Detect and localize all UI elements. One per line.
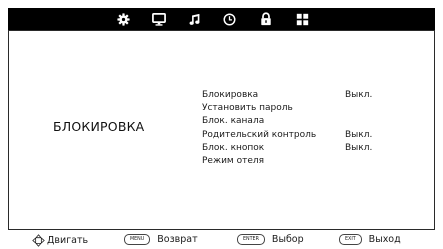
tab-settings[interactable] xyxy=(115,11,131,27)
hint-back-label: Возврат xyxy=(157,234,198,245)
menu-item-parental-control[interactable]: Родительский контроль Выкл. xyxy=(202,129,372,142)
tab-apps[interactable] xyxy=(294,11,310,27)
menu-item-key-lock[interactable]: Блок. кнопок Выкл. xyxy=(202,142,372,155)
hint-select: ENTER Выбор xyxy=(237,234,304,245)
hint-select-label: Выбор xyxy=(271,234,304,245)
gear-icon xyxy=(116,12,130,26)
hint-back: MENU Возврат xyxy=(124,234,198,245)
menu-item-value: Выкл. xyxy=(345,129,373,140)
tab-picture[interactable] xyxy=(151,11,167,27)
menu-item-value: Выкл. xyxy=(345,142,373,153)
lock-menu: Блокировка Выкл. Установить пароль Блок.… xyxy=(202,89,372,168)
menu-key-icon: MENU xyxy=(124,234,151,245)
menu-item-value: Выкл. xyxy=(345,90,373,100)
menu-item-label: Родительский контроль xyxy=(202,129,317,140)
menu-item-lock[interactable]: Блокировка Выкл. xyxy=(202,89,372,102)
exit-key-icon: EXIT xyxy=(339,234,362,245)
music-note-icon xyxy=(189,13,199,25)
tab-time[interactable] xyxy=(221,11,237,27)
monitor-icon xyxy=(152,12,166,26)
tab-sound[interactable] xyxy=(186,11,202,27)
top-tab-bar xyxy=(8,8,435,30)
grid-icon xyxy=(296,13,308,25)
hint-exit: EXIT Выход xyxy=(339,234,401,245)
menu-item-label: Блок. кнопок xyxy=(202,142,265,153)
tab-lock[interactable] xyxy=(258,11,274,27)
menu-item-set-password[interactable]: Установить пароль xyxy=(202,102,316,115)
clock-icon xyxy=(222,12,236,26)
footer-hints: Двигать MENU Возврат ENTER Выбор EXIT Вы… xyxy=(0,231,443,249)
hint-move-label: Двигать xyxy=(47,235,89,246)
hint-exit-label: Выход xyxy=(368,234,401,245)
hint-move: Двигать xyxy=(32,234,88,247)
menu-item-label: Блокировка xyxy=(202,90,259,100)
enter-key-icon: ENTER xyxy=(237,234,265,245)
menu-item-label: Блок. канала xyxy=(202,116,265,127)
menu-item-label: Режим отеля xyxy=(202,155,265,166)
menu-item-hotel-mode[interactable]: Режим отеля xyxy=(202,155,316,168)
dpad-icon xyxy=(32,234,45,247)
section-title: БЛОКИРОВКА xyxy=(53,119,145,134)
menu-item-label: Установить пароль xyxy=(202,103,293,114)
menu-item-channel-lock[interactable]: Блок. канала xyxy=(202,115,316,128)
lock-icon xyxy=(261,12,271,26)
